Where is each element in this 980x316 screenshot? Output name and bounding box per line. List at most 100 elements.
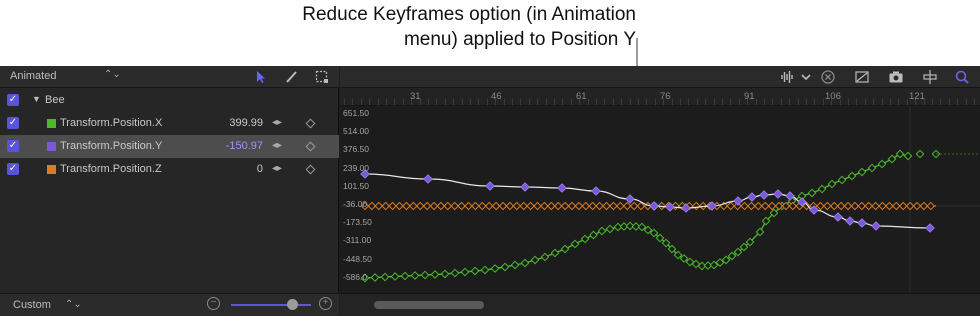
position-z-keyframe[interactable] [726,201,735,211]
position-x-keyframe[interactable] [430,270,440,279]
position-z-keyframe[interactable] [374,201,384,211]
position-x-keyframe[interactable] [380,272,390,282]
position-x-keyframe[interactable] [727,251,737,261]
position-z-keyframe[interactable] [512,201,522,211]
parameter-value[interactable]: 399.99 [229,117,263,129]
position-z-keyframe[interactable] [602,201,611,211]
position-x-keyframe[interactable] [887,154,897,164]
position-z-keyframe[interactable] [747,201,756,211]
position-z-keyframe[interactable] [519,201,528,211]
position-z-keyframe[interactable] [871,201,880,211]
keyframe-navigation-icon[interactable]: ◂▸ [272,140,282,151]
audio-waveform-icon[interactable] [780,69,796,85]
position-x-keyframe[interactable] [589,230,598,240]
position-z-keyframe[interactable] [629,201,639,211]
group-row-bee[interactable]: ✓ ▼ Bee [0,89,339,112]
position-x-keyframe[interactable] [490,264,500,273]
curve-set-dropdown[interactable]: Custom [13,299,51,311]
position-z-keyframe[interactable] [760,201,770,211]
position-z-keyframe[interactable] [560,201,570,211]
position-z-keyframe[interactable] [864,201,873,211]
position-x-keyframe[interactable] [540,252,550,262]
position-z-keyframe[interactable] [892,201,901,211]
position-x-keyframe[interactable] [440,269,450,279]
position-z-keyframe[interactable] [905,201,915,211]
position-z-keyframe[interactable] [415,201,425,211]
position-z-keyframe[interactable] [609,201,618,211]
clear-icon[interactable] [820,69,836,85]
position-x-keyframe[interactable] [570,239,580,249]
position-y-keyframe[interactable] [845,216,855,226]
up-down-chevron-icon[interactable]: ⌃⌄ [104,69,121,80]
position-x-keyframe[interactable] [580,234,590,244]
zoom-in-icon[interactable]: + [319,297,332,310]
position-y-keyframe[interactable] [759,190,769,200]
position-z-keyframe[interactable] [754,201,763,211]
parameter-row[interactable]: ✓ Transform.Position.Z 0 ◂▸ [0,158,339,181]
position-x-keyframe[interactable] [817,184,827,194]
position-x-keyframe[interactable] [390,272,400,281]
position-z-keyframe[interactable] [464,201,473,211]
parameter-row[interactable]: ✓ Transform.Position.Y -150.97 ◂▸ [0,135,339,158]
arrow-tool-icon[interactable] [253,69,269,85]
position-x-keyframe[interactable] [903,151,913,161]
position-z-keyframe[interactable] [471,201,480,211]
position-z-keyframe[interactable] [526,201,535,211]
position-z-keyframe[interactable] [450,201,459,211]
position-z-keyframe[interactable] [409,201,418,211]
position-z-keyframe[interactable] [367,201,377,211]
position-x-keyframe[interactable] [867,163,877,173]
position-y-keyframe[interactable] [557,183,567,193]
position-y-keyframe[interactable] [485,181,495,191]
position-z-keyframe[interactable] [898,201,908,211]
position-y-keyframe[interactable] [833,212,843,222]
position-z-keyframe[interactable] [691,201,701,211]
position-x-keyframe[interactable] [480,265,490,275]
position-z-keyframe[interactable] [491,201,501,211]
position-z-keyframe[interactable] [843,201,853,211]
parameter-value[interactable]: -150.97 [226,140,263,152]
position-y-keyframe[interactable] [423,174,433,184]
position-y-keyframe[interactable] [733,196,743,206]
disclosure-triangle-icon[interactable]: ▼ [32,94,41,104]
position-x-curve[interactable] [364,153,909,279]
position-x-keyframe[interactable] [807,188,817,198]
zoom-out-icon[interactable]: − [207,297,220,310]
position-x-keyframe[interactable] [510,260,520,270]
position-x-keyframe[interactable] [450,268,460,278]
position-z-keyframe[interactable] [402,201,411,211]
keyframe-navigation-icon[interactable]: ◂▸ [272,117,282,128]
position-x-keyframe[interactable] [827,179,837,189]
position-z-keyframe[interactable] [740,201,749,211]
zoom-to-fit-icon[interactable] [954,69,970,85]
position-y-keyframe[interactable] [649,201,659,211]
position-x-keyframe[interactable] [460,267,470,277]
position-x-keyframe[interactable] [597,226,607,236]
position-y-keyframe[interactable] [925,223,935,233]
position-x-keyframe[interactable] [560,244,570,254]
position-z-keyframe[interactable] [422,201,432,211]
position-z-keyframe[interactable] [574,201,584,211]
bee-enable-checkbox[interactable]: ✓ [7,94,19,106]
position-x-keyframe[interactable] [420,270,430,280]
snapshot-camera-icon[interactable] [888,69,904,85]
horizontal-scrollbar[interactable] [340,293,980,316]
position-x-keyframe[interactable] [530,255,540,265]
position-x-keyframe[interactable] [877,159,887,169]
position-z-keyframe[interactable] [816,201,825,211]
position-x-keyframe[interactable] [400,271,410,281]
position-x-keyframe[interactable] [847,171,857,181]
position-z-keyframe[interactable] [505,201,515,211]
parameter-enable-checkbox[interactable]: ✓ [7,163,19,175]
parameter-value[interactable]: 0 [257,163,263,175]
position-z-keyframe[interactable] [616,201,625,211]
up-down-chevron-icon[interactable]: ⌃⌄ [65,299,82,310]
keyframe-navigation-icon[interactable]: ◂▸ [272,163,282,174]
position-z-keyframe[interactable] [381,201,390,211]
position-z-keyframe[interactable] [478,201,487,211]
position-z-keyframe[interactable] [829,201,839,211]
box-select-icon[interactable] [314,69,330,85]
position-z-keyframe[interactable] [443,201,453,211]
position-z-keyframe[interactable] [878,201,887,211]
position-y-keyframe[interactable] [591,186,601,196]
